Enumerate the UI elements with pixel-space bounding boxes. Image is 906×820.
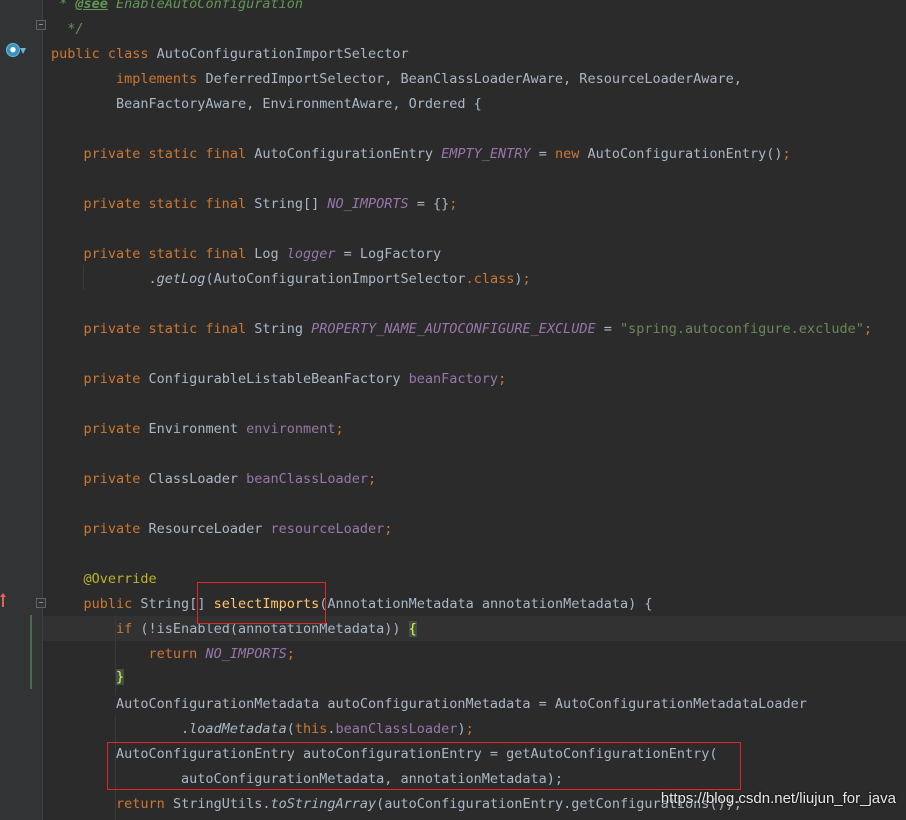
override-arrow-icon[interactable] <box>0 592 6 608</box>
code-line: BeanFactoryAware, EnvironmentAware, Orde… <box>116 96 482 112</box>
implemented-arrow-icon <box>20 48 26 54</box>
code-editor[interactable]: * @see EnableAutoConfiguration */ public… <box>43 0 906 820</box>
code-line: .loadMetadata(this.beanClassLoader); <box>51 721 474 737</box>
change-marker <box>30 615 32 689</box>
code-line: private static final String PROPERTY_NAM… <box>83 321 872 337</box>
code-line: if (!isEnabled(annotationMetadata)) { <box>116 621 417 637</box>
code-line: private ClassLoader beanClassLoader; <box>83 471 377 487</box>
code-line: autoConfigurationMetadata, annotationMet… <box>181 771 564 787</box>
code-line: @Override <box>83 571 157 587</box>
code-line: return NO_IMPORTS; <box>148 646 295 662</box>
editor-gutter: ● <box>0 0 46 820</box>
code-line: public class AutoConfigurationImportSele… <box>51 46 409 62</box>
code-line: .getLog(AutoConfigurationImportSelector.… <box>51 271 531 287</box>
code-line: private ConfigurableListableBeanFactory … <box>83 371 507 387</box>
watermark: https://blog.csdn.net/liujun_for_java <box>660 790 896 807</box>
code-line: private static final AutoConfigurationEn… <box>83 146 791 162</box>
code-line: private static final String[] NO_IMPORTS… <box>83 196 458 212</box>
code-line: private Environment environment; <box>83 421 344 437</box>
code-line: AutoConfigurationEntry autoConfiguration… <box>116 746 718 762</box>
code-line: AutoConfigurationMetadata autoConfigurat… <box>116 696 807 712</box>
code-line: public String[] selectImports(Annotation… <box>83 596 653 612</box>
code-line: private ResourceLoader resourceLoader; <box>83 521 393 537</box>
code-line: * @see EnableAutoConfiguration <box>51 0 303 12</box>
code-line: } <box>116 669 125 685</box>
method-name: selectImports <box>213 596 320 612</box>
code-line: implements DeferredImportSelector, BeanC… <box>116 71 742 87</box>
code-line: */ <box>67 21 84 37</box>
code-line: return StringUtils.toStringArray(autoCon… <box>116 796 742 812</box>
implemented-icon[interactable]: ● <box>6 43 20 57</box>
code-line: private static final Log logger = LogFac… <box>83 246 442 262</box>
